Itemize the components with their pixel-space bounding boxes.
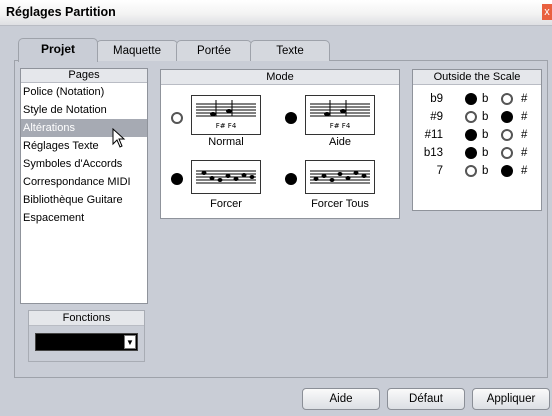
title-bar[interactable]: Réglages Partition x [0,0,552,26]
radio-sharp[interactable] [501,129,513,141]
radio-flat[interactable] [465,165,477,177]
mode-header: Mode [161,70,399,85]
apply-button[interactable]: Appliquer [472,388,550,410]
radio-sharp[interactable] [501,93,513,105]
flat-symbol: b [482,165,489,177]
flat-symbol: b [482,129,489,141]
staff-caption: F# F4 [216,122,237,130]
pages-header: Pages [21,69,147,83]
sharp-symbol: # [521,165,528,177]
page-item-guitare[interactable]: Bibliothèque Guitare [21,191,147,209]
outside-scale-header: Outside the Scale [413,70,541,85]
page-item-reglages-texte[interactable]: Réglages Texte [21,137,147,155]
radio-flat[interactable] [465,93,477,105]
tab-texte[interactable]: Texte [250,40,330,61]
page-item-symboles[interactable]: Symboles d'Accords [21,155,147,173]
sharp-symbol: # [521,111,528,123]
fonctions-header: Fonctions [29,311,144,326]
page-item-midi[interactable]: Correspondance MIDI [21,173,147,191]
radio-flat[interactable] [465,129,477,141]
scale-row-label: b9 [430,93,443,105]
radio-sharp[interactable] [501,111,513,123]
scale-row: #11 b # [413,127,543,143]
mouse-cursor-icon [112,128,126,148]
radio-mode-aide[interactable] [285,112,297,124]
radio-sharp[interactable] [501,165,513,177]
scale-row: b13 b # [413,145,543,161]
fonctions-dropdown[interactable]: ▼ [35,333,138,351]
staff-forcer-tous-icon [305,160,375,194]
scale-row-label: b13 [423,147,443,159]
tab-maquette[interactable]: Maquette [96,40,178,61]
scale-row-label: #9 [430,111,443,123]
default-button[interactable]: Défaut [387,388,465,410]
page-item-style[interactable]: Style de Notation [21,101,147,119]
page-item-alterations[interactable]: Altérations [21,119,147,137]
radio-mode-forcer[interactable] [171,173,183,185]
mode-group: Mode F# F4 Normal F# F4 Aide Forcer Forc… [160,69,400,219]
flat-symbol: b [482,147,489,159]
mode-label-aide: Aide [328,136,352,148]
fonctions-group: Fonctions ▼ [28,310,145,362]
close-icon[interactable]: x [542,4,552,20]
radio-sharp[interactable] [501,147,513,159]
dialog-window: Réglages Partition x Projet Maquette Por… [0,0,552,416]
help-button[interactable]: Aide [302,388,380,410]
flat-symbol: b [482,111,489,123]
tab-projet[interactable]: Projet [18,38,98,62]
flat-symbol: b [482,93,489,105]
staff-aide-icon: F# F4 [305,95,375,135]
staff-forcer-icon [191,160,261,194]
staff-normal-icon: F# F4 [191,95,261,135]
scale-row-label: #11 [424,129,443,141]
radio-flat[interactable] [465,111,477,123]
radio-mode-forcer-tous[interactable] [285,173,297,185]
sharp-symbol: # [521,93,528,105]
sharp-symbol: # [521,129,528,141]
staff-caption: F# F4 [330,122,351,130]
scale-row: b9 b # [413,91,543,107]
pages-list: Pages Police (Notation) Style de Notatio… [20,68,148,304]
page-item-police[interactable]: Police (Notation) [21,83,147,101]
chevron-down-icon[interactable]: ▼ [124,335,136,349]
radio-mode-normal[interactable] [171,112,183,124]
window-title: Réglages Partition [6,5,116,19]
scale-row: 7 b # [413,163,543,179]
tab-portee[interactable]: Portée [176,40,252,61]
mode-label-forcer-tous: Forcer Tous [311,198,369,210]
scale-row: #9 b # [413,109,543,125]
sharp-symbol: # [521,147,528,159]
radio-flat[interactable] [465,147,477,159]
mode-label-normal: Normal [208,136,244,148]
scale-row-label: 7 [436,165,443,177]
page-item-espacement[interactable]: Espacement [21,209,147,227]
outside-scale-group: Outside the Scale b9 b # #9 b # #11 b # b13 b #7 b # [412,69,542,211]
mode-label-forcer: Forcer [210,198,242,210]
